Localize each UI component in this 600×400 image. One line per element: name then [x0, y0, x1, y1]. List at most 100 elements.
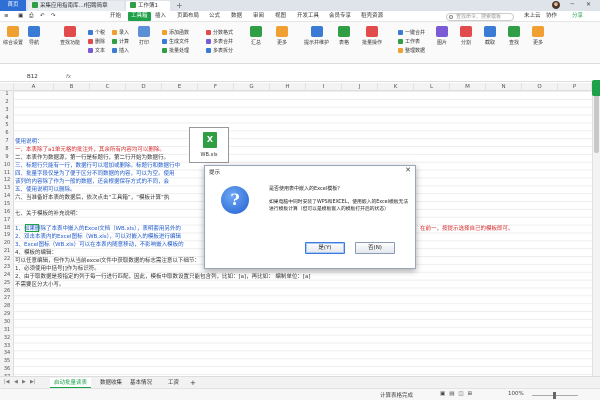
row-header[interactable]: 14 — [0, 193, 14, 201]
row-header[interactable]: 9 — [0, 154, 14, 162]
ribbon-insert[interactable]: 插入 — [112, 47, 129, 55]
function-icon[interactable]: fx — [66, 73, 71, 81]
sheet-line-26[interactable]: 4、模板的编辑： — [15, 250, 57, 257]
ribbon-more-2[interactable]: 更多 — [532, 26, 544, 46]
ribbon-quick-merge[interactable]: 一键合并 — [398, 29, 425, 37]
row-header[interactable]: 29 — [0, 311, 14, 319]
row-header[interactable]: 12 — [0, 177, 14, 185]
ribbon-merge[interactable]: 多表合并 — [206, 38, 233, 46]
ribbon-lookup[interactable]: 查找 — [508, 26, 520, 46]
window-controls[interactable]: □ ─ ✕ — [553, 1, 596, 8]
sheet-line-16[interactable]: 三、标题行只能有一行，数据行可以增加或删除。标题行和数据行中 — [15, 163, 180, 170]
zoom-slider-knob[interactable] — [553, 392, 556, 399]
ribbon-worksheet[interactable]: 工作表 — [398, 38, 420, 46]
view-mode-icons[interactable]: ▣▤◫⊞ — [440, 391, 476, 397]
select-all-corner[interactable] — [0, 83, 14, 91]
column-header[interactable]: H — [270, 83, 306, 91]
command-search-input[interactable]: 查找命令、搜索模板 — [446, 13, 514, 21]
sheet-line-29[interactable]: 2、由于取数据是按指定的列于每一行进行匹配，因此，模板中取数设置只能包含列，比如… — [15, 274, 311, 281]
row-header[interactable]: 36 — [0, 366, 14, 374]
ribbon-add-function[interactable]: 添加函数 — [162, 29, 189, 37]
tab-document-1[interactable]: 采集应用指南库...f招聘简章 — [28, 1, 124, 11]
ribbon-tax[interactable]: 个税 — [88, 29, 105, 37]
row-header[interactable]: 22 — [0, 256, 14, 264]
sheet-line-18[interactable]: 该列的内容除了作为一般的数据，还会根据保存方式的不同，会 — [15, 179, 169, 186]
row-header[interactable]: 21 — [0, 248, 14, 256]
menu-undo-icon[interactable]: ↶ — [40, 12, 45, 21]
prev-sheet-icon[interactable]: ◀ — [14, 379, 18, 385]
column-header[interactable]: E — [162, 83, 198, 91]
new-tab-button[interactable]: + — [172, 1, 182, 11]
sheet-tab-2[interactable]: 数据收集 — [96, 378, 126, 388]
ribbon-crop[interactable]: 截取 — [484, 26, 496, 46]
column-header[interactable]: O — [522, 83, 558, 91]
menu-item-page-layout[interactable]: 页面布局 — [177, 12, 199, 21]
sheet-line-24[interactable]: 2、双击本表内的Excel图标（WB.xls），可以对嵌入的模板进行编辑 — [15, 234, 181, 241]
row-header[interactable]: 31 — [0, 327, 14, 335]
ribbon-summary[interactable]: 汇总 — [250, 26, 262, 46]
ribbon-input[interactable]: 录入 — [112, 29, 129, 37]
column-header[interactable]: D — [126, 83, 162, 91]
ribbon-text[interactable]: 文本 — [88, 47, 105, 55]
embedded-excel-object[interactable]: X WB.xls — [189, 127, 229, 163]
menu-file-icon[interactable]: ≡ — [4, 12, 9, 21]
row-header[interactable]: 32 — [0, 335, 14, 343]
row-header[interactable]: 13 — [0, 185, 14, 193]
menu-item-member[interactable]: 会员专享 — [329, 12, 351, 21]
menu-print-icon[interactable]: ⎙ — [29, 12, 33, 21]
menu-item-data[interactable]: 数据 — [231, 12, 242, 21]
row-header[interactable]: 3 — [0, 107, 14, 115]
row-header[interactable]: 2 — [0, 99, 14, 107]
sheet-tab-1[interactable]: 启动批量读表 — [50, 378, 92, 388]
row-header[interactable]: 23 — [0, 264, 14, 272]
sheet-line-27[interactable]: 可以任意编辑，但作为从当前excel文件中获取数据的标志需注意以下细节： — [15, 258, 200, 265]
row-header[interactable]: 26 — [0, 288, 14, 296]
row-header[interactable]: 10 — [0, 162, 14, 170]
row-header[interactable]: 17 — [0, 217, 14, 225]
column-header[interactable]: N — [486, 83, 522, 91]
row-header[interactable]: 35 — [0, 358, 14, 366]
row-header[interactable]: 4 — [0, 115, 14, 123]
row-header[interactable]: 20 — [0, 240, 14, 248]
sheet-line-23[interactable]: 1、如果删除了本表中嵌入的Excel文档（WB.xls），表明套用另外的 — [15, 226, 181, 233]
ribbon-tidy[interactable]: 整理数据 — [398, 47, 425, 55]
row-header[interactable]: 25 — [0, 280, 14, 288]
row-header[interactable]: 5 — [0, 122, 14, 130]
ribbon-find[interactable]: 查找功能 — [60, 26, 80, 46]
ribbon-picture[interactable]: 图片 — [436, 26, 448, 46]
ribbon-batch-ops[interactable]: 批量操作 — [362, 26, 382, 46]
column-header[interactable]: C — [90, 83, 126, 91]
sheet-tab-4[interactable]: 工资 — [164, 378, 183, 388]
menu-redo-icon[interactable]: ↷ — [51, 12, 56, 21]
column-header[interactable]: F — [198, 83, 234, 91]
zoom-level[interactable]: 100% — [508, 391, 524, 397]
menu-item-formula[interactable]: 公式 — [209, 12, 220, 21]
row-header[interactable]: 1 — [0, 91, 14, 99]
sheet-line-25[interactable]: 3、Excel图标（WB.xls）可以在本表内随意移动，不影响嵌入模板的 — [15, 242, 184, 249]
sheet-line-14[interactable]: 一、本表除了a1单元格的批注外，其余所有内容均可以删除。 — [15, 147, 165, 154]
vertical-scrollbar[interactable] — [592, 83, 600, 376]
ribbon-calc[interactable]: 计算 — [112, 38, 129, 46]
menu-item-docer[interactable]: 稻壳资源 — [361, 12, 383, 21]
row-header[interactable]: 33 — [0, 343, 14, 351]
ribbon-fraction[interactable]: 分数格式 — [206, 29, 233, 37]
row-header[interactable]: 30 — [0, 319, 14, 327]
row-header[interactable]: 24 — [0, 272, 14, 280]
row-header[interactable]: 8 — [0, 146, 14, 154]
add-sheet-button[interactable]: + — [186, 378, 200, 388]
menu-item-developer[interactable]: 开发工具 — [297, 12, 319, 21]
ribbon-navigation[interactable]: 导航 — [28, 26, 40, 46]
sheet-line-30[interactable]: 不需要区分大小写。 — [15, 282, 65, 289]
ribbon-settings[interactable]: 综合设置 — [3, 26, 23, 46]
column-header[interactable]: A — [14, 83, 54, 91]
column-header[interactable]: G — [234, 83, 270, 91]
ribbon-maintain[interactable]: 提示并维护 — [304, 26, 329, 46]
ribbon-more-1[interactable]: 更多 — [276, 26, 288, 46]
menu-item-insert[interactable]: 插入 — [155, 12, 166, 21]
column-header[interactable]: P — [558, 83, 592, 91]
cloud-status[interactable]: 未上云 — [524, 12, 541, 21]
menu-item-start[interactable]: 开始 — [110, 12, 121, 21]
ribbon-split[interactable]: 多表拆分 — [206, 47, 233, 55]
column-header[interactable]: L — [414, 83, 450, 91]
row-header[interactable]: 28 — [0, 303, 14, 311]
